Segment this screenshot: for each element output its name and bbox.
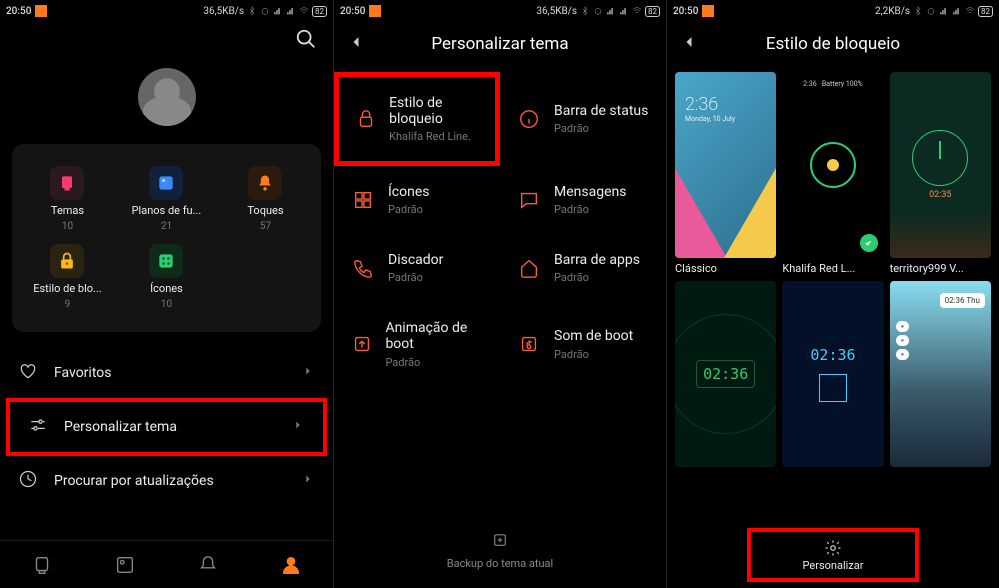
opt-icones[interactable]: Ícones Padrão xyxy=(334,166,500,234)
home-icon xyxy=(516,257,542,279)
heart-icon xyxy=(18,361,40,385)
lockstyle-green[interactable]: 02:36 xyxy=(675,281,776,467)
screen-personalizar-tema: 20:50 36,5KB/s 82 Personalizar tema Esti… xyxy=(333,0,666,588)
icons-icon xyxy=(156,251,176,271)
phone-icon xyxy=(350,257,376,279)
screen-estilo-bloqueio: 20:50 2,2KB/s 82 Estilo de bloqueio 2:36… xyxy=(666,0,999,588)
alarm-icon xyxy=(926,6,936,16)
back-button[interactable] xyxy=(346,32,366,56)
status-bar: 20:50 36,5KB/s 82 xyxy=(0,0,333,22)
cat-estilo[interactable]: Estilo de blo... 9 xyxy=(18,238,117,316)
lockstyle-classico[interactable]: 2:36 Monday, 10 July Clássico xyxy=(675,72,776,275)
signal-icon xyxy=(286,6,296,16)
lockstyle-khalifa[interactable]: 2:36 Battery 100% Khalifa Red L... xyxy=(782,72,883,275)
back-button[interactable] xyxy=(679,32,699,56)
signal-icon xyxy=(606,6,616,16)
signal-icon xyxy=(273,6,283,16)
header: Estilo de bloqueio xyxy=(667,22,999,66)
status-app-icon xyxy=(35,5,47,17)
theme-icon xyxy=(57,173,77,193)
signal-icon xyxy=(939,6,949,16)
update-icon xyxy=(18,469,40,493)
nav-themes[interactable] xyxy=(0,541,83,588)
menu-updates[interactable]: Procurar por atualizações xyxy=(0,456,333,506)
info-icon xyxy=(516,108,542,130)
bluetooth-icon xyxy=(913,6,923,16)
bottom-nav xyxy=(0,540,333,588)
menu-list: Favoritos Personalizar tema Procurar por… xyxy=(0,348,333,506)
wifi-icon xyxy=(965,6,975,16)
lockstyle-white[interactable]: 02:36 Thu ●●● xyxy=(890,281,991,467)
status-time: 20:50 xyxy=(6,6,31,17)
opt-boot-anim[interactable]: Animação de boot Padrão xyxy=(334,302,500,386)
header: Personalizar tema xyxy=(334,22,666,66)
search-row xyxy=(0,22,333,60)
menu-favoritos[interactable]: Favoritos xyxy=(0,348,333,398)
grid-icon xyxy=(350,189,376,211)
avatar-row xyxy=(0,60,333,144)
opt-discador[interactable]: Discador Padrão xyxy=(334,234,500,302)
lock-icon xyxy=(57,251,77,271)
check-icon xyxy=(860,234,878,252)
boot-icon xyxy=(350,333,373,355)
cat-planos[interactable]: Planos de fu... 21 xyxy=(117,160,216,238)
backup-icon xyxy=(491,531,509,549)
signal-icon xyxy=(952,6,962,16)
sound-icon xyxy=(516,333,542,355)
nav-wallpaper[interactable] xyxy=(83,541,166,588)
cat-icones[interactable]: Ícones 10 xyxy=(117,238,216,316)
personalize-button[interactable]: Personalizar xyxy=(747,528,919,582)
lock-icon xyxy=(355,108,377,130)
message-icon xyxy=(516,189,542,211)
sliders-icon xyxy=(28,415,50,439)
chevron-right-icon xyxy=(301,472,315,490)
wallpaper-icon xyxy=(156,173,176,193)
chevron-right-icon xyxy=(301,364,315,382)
screen-theme-profile: 20:50 36,5KB/s 82 Temas 10 xyxy=(0,0,333,588)
opt-boot-sound[interactable]: Som de boot Padrão xyxy=(500,302,666,386)
lockstyle-grid: 2:36 Monday, 10 July Clássico 2:36 Batte… xyxy=(667,66,999,473)
nav-ringtone[interactable] xyxy=(167,541,250,588)
bluetooth-icon xyxy=(580,6,590,16)
signal-icon xyxy=(619,6,629,16)
lockstyle-blue[interactable]: 02:36 xyxy=(782,281,883,467)
status-app-icon xyxy=(369,5,381,17)
status-bar: 20:50 2,2KB/s 82 xyxy=(667,0,999,22)
status-app-icon xyxy=(702,5,714,17)
opt-barra-apps[interactable]: Barra de apps Padrão xyxy=(500,234,666,302)
avatar[interactable] xyxy=(138,68,196,126)
opt-mensagens[interactable]: Mensagens Padrão xyxy=(500,166,666,234)
opt-barra-status[interactable]: Barra de status Padrão xyxy=(500,72,666,166)
search-icon[interactable] xyxy=(295,28,317,54)
wifi-icon xyxy=(632,6,642,16)
bell-icon xyxy=(255,173,275,193)
bluetooth-icon xyxy=(247,6,257,16)
alarm-icon xyxy=(593,6,603,16)
page-title: Personalizar tema xyxy=(366,34,634,54)
status-bar: 20:50 36,5KB/s 82 xyxy=(334,0,666,22)
options-grid: Estilo de bloqueio Khalifa Red Line. Bar… xyxy=(334,66,666,393)
cat-temas[interactable]: Temas 10 xyxy=(18,160,117,238)
opt-estilo-bloqueio[interactable]: Estilo de bloqueio Khalifa Red Line. xyxy=(334,72,500,166)
nav-profile[interactable] xyxy=(250,541,333,588)
categories-card: Temas 10 Planos de fu... 21 Toques 57 xyxy=(12,144,321,332)
page-title: Estilo de bloqueio xyxy=(699,34,967,54)
battery-level: 82 xyxy=(312,6,327,17)
backup-button[interactable]: Backup do tema atual xyxy=(334,519,666,588)
gear-icon xyxy=(824,539,842,557)
lockstyle-territory[interactable]: 02:35 territory999 V... xyxy=(890,72,991,275)
wifi-icon xyxy=(299,6,309,16)
alarm-icon xyxy=(260,6,270,16)
cat-toques[interactable]: Toques 57 xyxy=(216,160,315,238)
menu-personalizar[interactable]: Personalizar tema xyxy=(6,398,327,456)
chevron-right-icon xyxy=(291,418,305,436)
status-speed: 36,5KB/s xyxy=(203,6,244,17)
